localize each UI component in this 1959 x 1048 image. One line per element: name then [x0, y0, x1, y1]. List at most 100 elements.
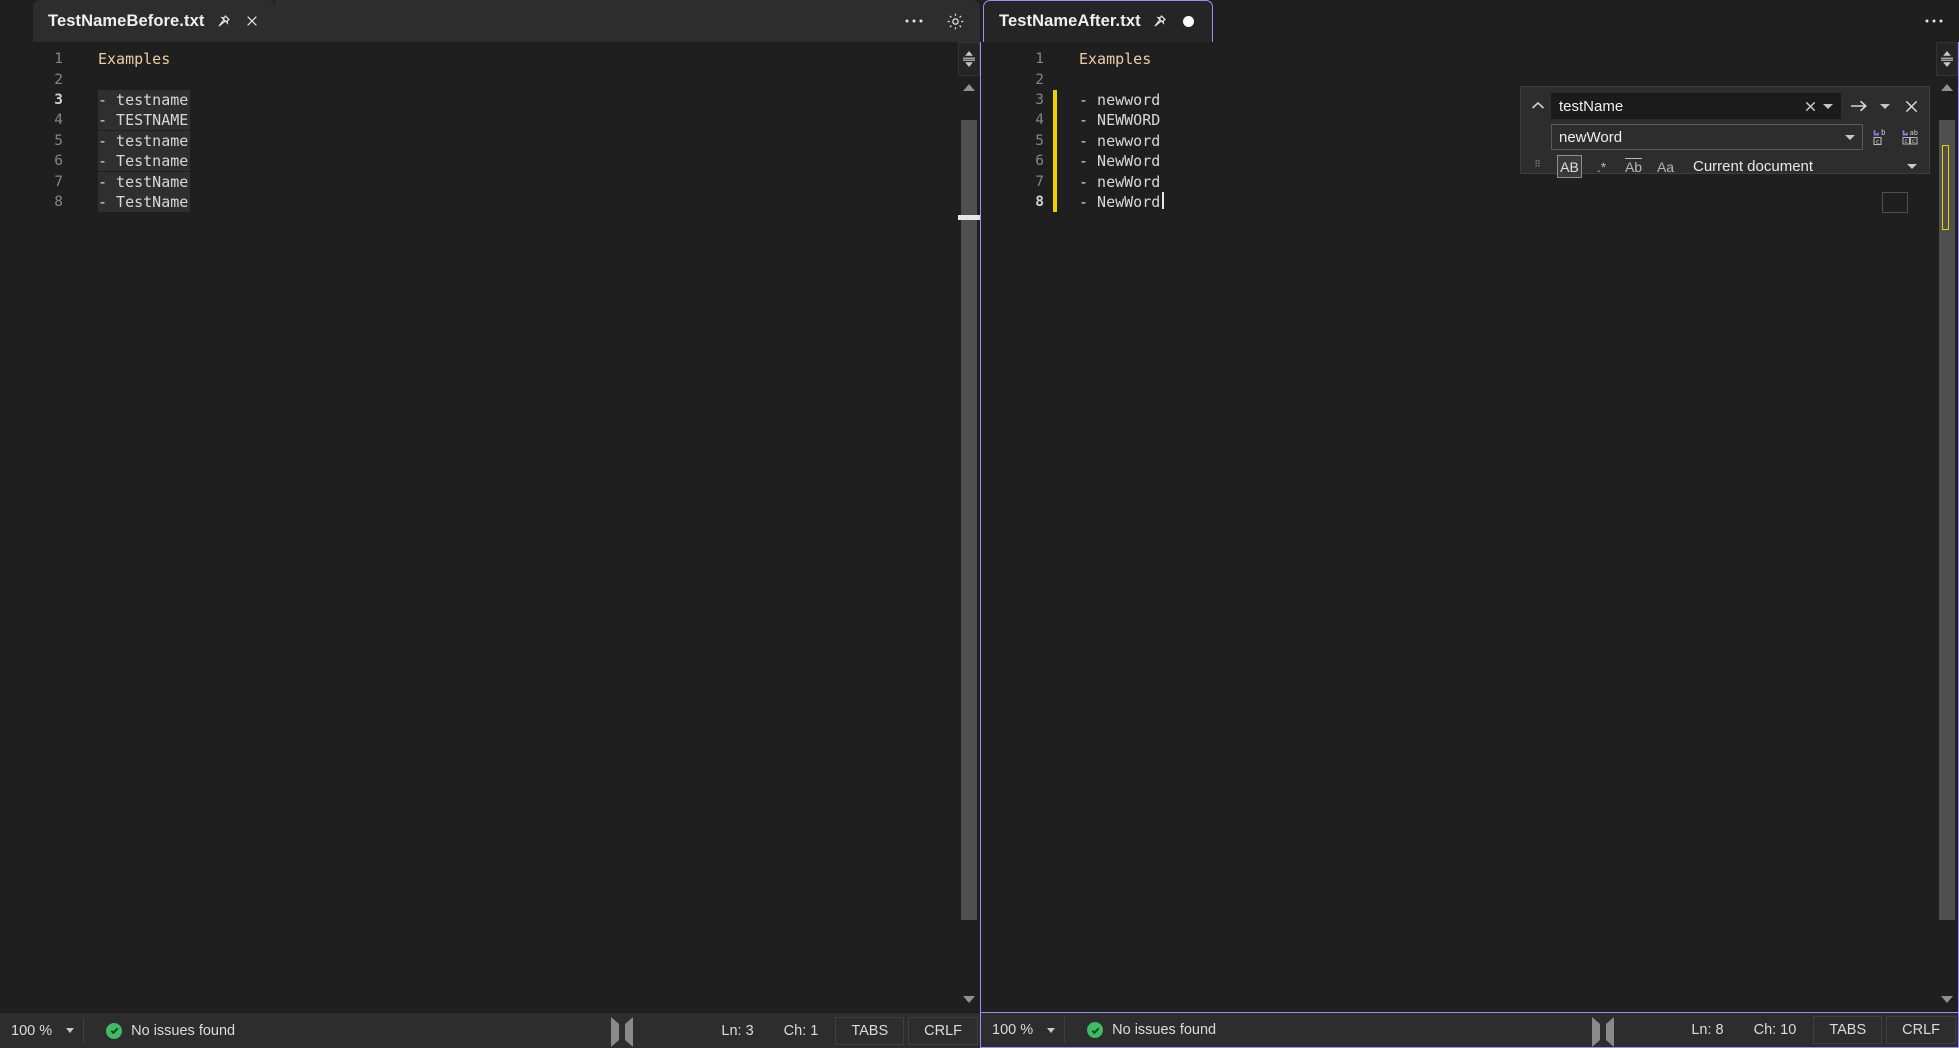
horizontal-scrollbar-right[interactable] [1216, 1013, 1676, 1047]
line-number: 5 [981, 133, 1053, 149]
pin-icon[interactable] [213, 11, 233, 31]
tab-title: TestNameAfter.txt [999, 12, 1141, 31]
zoom-control-left[interactable]: 100 % [0, 1018, 84, 1044]
vertical-scrollbar-right[interactable] [1936, 42, 1958, 1012]
code-line[interactable]: 3- testname [0, 90, 958, 110]
scroll-track-right[interactable] [1939, 120, 1955, 986]
replace-history-chevron-down-icon[interactable] [1842, 135, 1858, 140]
code-line[interactable]: 8- TestName [0, 192, 958, 212]
arrow-right-icon[interactable] [1847, 94, 1871, 118]
find-widget-left-rail: ⠿ [1525, 93, 1551, 167]
find-history-chevron-down-icon[interactable] [1820, 104, 1836, 109]
horizontal-scrollbar-left[interactable] [235, 1013, 706, 1048]
find-replace-widget[interactable]: ⠿ testName [1520, 86, 1930, 174]
split-view-icon[interactable] [958, 42, 980, 76]
code-line-text: - testname [98, 131, 190, 151]
vertical-scrollbar-left[interactable] [958, 42, 980, 1012]
change-marker [1942, 145, 1949, 230]
code-line[interactable]: 1 Examples [0, 49, 958, 69]
line-number: 1 [0, 51, 72, 67]
find-widget-body: testName [1551, 93, 1923, 167]
code-area-left[interactable]: 1 Examples23- testname4- TESTNAME 5 - testn… [0, 42, 958, 1012]
tab-testnameafter[interactable]: TestNameAfter.txt [983, 0, 1213, 42]
hscroll-right-arrow-icon[interactable] [611, 1024, 625, 1038]
option-label: Aa [1657, 159, 1674, 175]
code-line-text: - newword [1079, 131, 1162, 151]
scroll-position-marker [958, 215, 980, 220]
tabstrip-left: TestNameBefore.txt [0, 0, 980, 42]
line-indicator[interactable]: Ln: 3 [706, 1018, 768, 1044]
pin-icon[interactable] [1150, 12, 1170, 32]
scroll-track-left[interactable] [961, 120, 977, 986]
issues-status-right[interactable]: No issues found [1065, 1022, 1216, 1038]
code-line[interactable]: 2 [0, 69, 958, 89]
scroll-up-arrow-icon[interactable] [958, 76, 980, 98]
line-number: 7 [0, 174, 72, 190]
option-use-regex[interactable]: .* [1589, 155, 1614, 178]
scroll-thumb-left[interactable] [961, 120, 977, 920]
statusbar-right-group-right: Ln: 8 Ch: 10 TABS CRLF [1676, 1016, 1958, 1044]
scroll-down-arrow-icon[interactable] [1936, 988, 1958, 1010]
change-bar-empty [72, 171, 76, 191]
gear-icon[interactable] [944, 10, 966, 32]
option-preserve-case[interactable]: AB [1557, 155, 1582, 178]
eol-mode[interactable]: CRLF [1886, 1016, 1956, 1044]
option-match-case[interactable]: Aa [1653, 155, 1678, 178]
scroll-down-arrow-icon[interactable] [958, 988, 980, 1010]
code-line[interactable]: 1 Examples [981, 49, 1936, 69]
code-line-text: Examples [98, 49, 172, 69]
statusbar-left: 100 % No issues found Ln: 3 Ch: 1 TABS C… [0, 1012, 980, 1048]
editor-body-right[interactable]: 1Examples23- newword4- NEWWORD5- newword… [980, 42, 1959, 1012]
scroll-up-arrow-icon[interactable] [1936, 76, 1958, 98]
indent-mode[interactable]: TABS [1813, 1016, 1882, 1044]
check-circle-icon [1087, 1022, 1103, 1038]
close-icon[interactable] [242, 11, 262, 31]
find-options-chevron-down-icon[interactable] [1877, 104, 1893, 109]
split-view-icon[interactable] [1936, 42, 1958, 76]
clear-x-icon[interactable] [1800, 100, 1820, 113]
issues-status-left[interactable]: No issues found [84, 1023, 235, 1039]
chevron-up-icon[interactable] [1529, 97, 1547, 115]
hscroll-left-arrow-icon[interactable] [625, 1024, 639, 1038]
column-indicator[interactable]: Ch: 1 [769, 1018, 834, 1044]
replace-all-icon[interactable]: ab c c [1899, 125, 1923, 149]
hscroll-left-arrow-icon[interactable] [1606, 1024, 1620, 1038]
column-indicator[interactable]: Ch: 10 [1739, 1017, 1812, 1043]
code-line[interactable]: 8- NewWord [981, 192, 1936, 212]
code-line[interactable]: 6- Testname [0, 151, 958, 171]
hscroll-right-arrow-icon[interactable] [1592, 1024, 1606, 1038]
line-number: 5 [0, 133, 72, 149]
eol-mode[interactable]: CRLF [908, 1017, 978, 1045]
change-bar-empty [72, 90, 76, 110]
zoom-control-right[interactable]: 100 % [981, 1017, 1065, 1043]
tab-testnamebefore[interactable]: TestNameBefore.txt [33, 0, 275, 42]
code-line[interactable]: 7- testName [0, 171, 958, 191]
svg-text:ab: ab [1910, 129, 1918, 137]
option-match-whole-word[interactable]: Ab [1621, 155, 1646, 178]
grip-dots-icon[interactable]: ⠿ [1534, 162, 1542, 167]
unsaved-dot-icon[interactable] [1179, 12, 1199, 32]
code-line-text: Examples [1079, 49, 1153, 69]
code-area-right[interactable]: 1Examples23- newword4- NEWWORD5- newword… [981, 42, 1936, 1012]
code-line[interactable]: 4- TESTNAME [0, 110, 958, 130]
search-scope-chevron-down-icon[interactable] [1907, 164, 1923, 169]
close-icon[interactable] [1899, 94, 1923, 118]
chevron-down-icon[interactable] [66, 1028, 74, 1033]
line-number: 1 [981, 51, 1053, 67]
svg-text:b: b [1881, 128, 1886, 137]
find-input[interactable]: testName [1551, 93, 1841, 119]
line-indicator[interactable]: Ln: 8 [1676, 1017, 1738, 1043]
line-number: 4 [0, 112, 72, 128]
line-number: 6 [0, 153, 72, 169]
search-scope-label[interactable]: Current document [1685, 158, 1813, 175]
replace-input[interactable]: newWord [1551, 124, 1863, 150]
zoom-level: 100 % [11, 1023, 52, 1039]
chevron-down-icon[interactable] [1047, 1028, 1055, 1033]
ellipsis-icon[interactable] [903, 10, 925, 32]
ellipsis-icon[interactable] [1923, 10, 1945, 32]
replace-next-icon[interactable]: b c [1869, 125, 1893, 149]
indent-mode[interactable]: TABS [835, 1017, 904, 1045]
code-line[interactable]: 5 - testname [0, 131, 958, 151]
editor-body-left[interactable]: 1 Examples23- testname4- TESTNAME 5 - testn… [0, 42, 980, 1012]
scroll-thumb-right[interactable] [1939, 120, 1955, 920]
